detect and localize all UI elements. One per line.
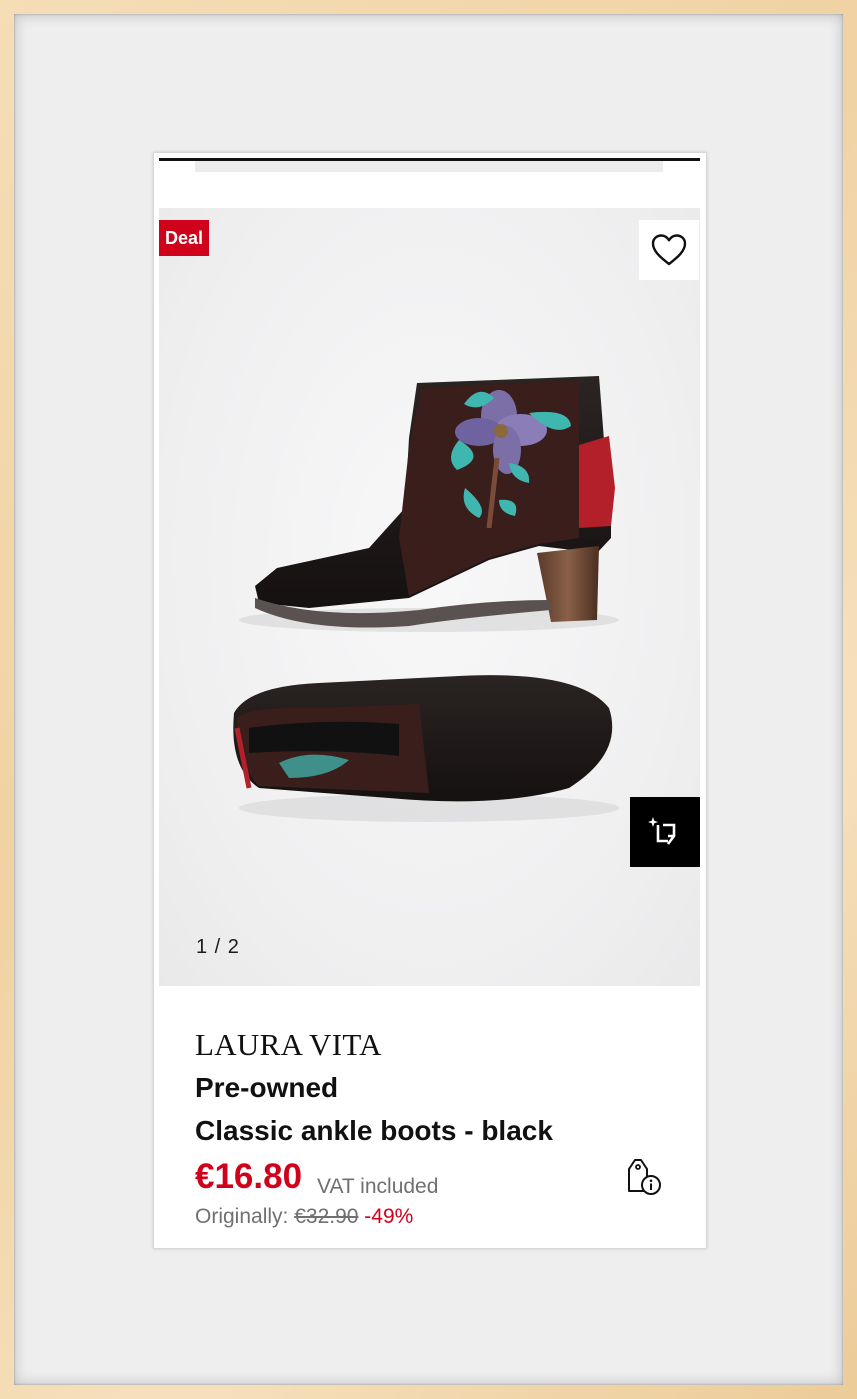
vat-note: VAT included (317, 1175, 439, 1198)
top-placeholder-bar (195, 161, 663, 172)
original-price-row: Originally: €32.90 -49% (195, 1203, 675, 1231)
price-row: €16.80 VAT included (195, 1155, 675, 1201)
product-image-gallery[interactable]: Deal 1 / 2 (159, 208, 700, 986)
deal-badge: Deal (159, 220, 209, 256)
product-image-boots (233, 376, 619, 822)
crop-sparkle-icon (648, 817, 676, 845)
tag-info-icon (628, 1159, 661, 1195)
product-card[interactable]: Deal 1 / 2 LAURA VITA Pre-owned Classic … (153, 152, 707, 1249)
brand-name[interactable]: LAURA VITA (195, 1023, 675, 1067)
original-price: €32.90 (294, 1205, 359, 1228)
product-info: LAURA VITA Pre-owned Classic ankle boots… (195, 1023, 675, 1231)
condition-label: Pre-owned (195, 1072, 339, 1103)
favorite-button[interactable] (639, 220, 699, 280)
product-title: Classic ankle boots - black (195, 1115, 553, 1146)
original-label: Originally: (195, 1205, 289, 1228)
current-price: €16.80 (195, 1157, 303, 1196)
discount-percent: -49% (364, 1205, 414, 1228)
image-crop-search-button[interactable] (630, 797, 700, 867)
image-counter: 1 / 2 (196, 936, 240, 958)
heart-icon (651, 234, 687, 266)
price-info-button[interactable] (625, 1157, 663, 1202)
